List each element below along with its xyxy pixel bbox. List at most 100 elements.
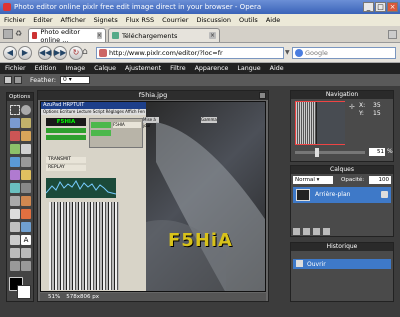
layer-name: Arrière-plan [315, 191, 351, 198]
pencil-tool-icon[interactable] [21, 131, 31, 141]
burn-tool-icon[interactable] [10, 222, 20, 232]
close-tab-icon[interactable]: × [209, 32, 216, 39]
history-item-icon [296, 260, 303, 267]
inner-menu: Options Ecriture Lecture Script Réglages… [41, 109, 146, 115]
marquee-mode-icon[interactable] [14, 76, 22, 84]
address-bar[interactable]: http://www.pixlr.com/editor/?loc=fr [96, 47, 284, 59]
red-eye-tool-icon[interactable] [21, 222, 31, 232]
hand-tool-icon[interactable] [10, 248, 20, 258]
app-menu-edition[interactable]: Edition [35, 65, 57, 72]
lock-icon[interactable] [381, 191, 388, 198]
spot-heal-tool-icon[interactable] [10, 235, 20, 245]
tab-pixlr[interactable]: Photo editor online ... × [28, 27, 106, 44]
pinch-tool-icon[interactable] [21, 261, 31, 271]
app-menu-langue[interactable]: Langue [237, 65, 260, 72]
close-tab-icon[interactable]: × [96, 32, 103, 39]
blend-mode-select[interactable]: Normal ▾ [293, 176, 333, 184]
blur-tool-icon[interactable] [21, 183, 31, 193]
menu-fichier[interactable]: Fichier [4, 16, 25, 24]
clone-tool-icon[interactable] [10, 170, 20, 180]
eyedropper-tool-icon[interactable] [10, 261, 20, 271]
menu-outils[interactable]: Outils [239, 16, 258, 24]
zoom-slider[interactable] [295, 151, 365, 154]
inner-bar-2 [46, 135, 86, 140]
tab-bar: ♻ Photo editor online ... × Téléchargeme… [0, 26, 400, 44]
minimize-button[interactable]: _ [363, 2, 374, 12]
app-menu-image[interactable]: Image [65, 65, 85, 72]
new-layer-icon[interactable] [293, 228, 300, 235]
brush-tool-icon[interactable] [10, 144, 20, 154]
url-text: http://www.pixlr.com/editor/?loc=fr [109, 49, 223, 57]
wand-tool-icon[interactable] [10, 131, 20, 141]
canvas-close-icon[interactable] [259, 92, 266, 99]
dodge-tool-icon[interactable] [21, 209, 31, 219]
app-menu-aide[interactable]: Aide [270, 65, 284, 72]
zoom-tool-icon[interactable] [21, 248, 31, 258]
zoom-slider-handle[interactable] [315, 148, 319, 157]
menu-afficher[interactable]: Afficher [61, 16, 86, 24]
close-window-button[interactable]: × [387, 2, 398, 12]
canvas-title: f5hia.jpg [38, 91, 268, 100]
inner-callsign: F5HIA [46, 118, 86, 126]
zoom-input[interactable]: 51 [369, 148, 385, 156]
opacity-input[interactable]: 100 [369, 176, 391, 184]
tab-menu-button[interactable] [3, 29, 13, 39]
tab-downloads[interactable]: Téléchargements × [108, 28, 220, 42]
app-menu-filtre[interactable]: Filtre [170, 65, 185, 72]
marquee-shape-icon[interactable] [4, 76, 12, 84]
reload-button[interactable]: ↻ [69, 46, 83, 60]
color-replace-tool-icon[interactable] [21, 170, 31, 180]
layer-style-icon[interactable] [303, 228, 310, 235]
menu-flux-rss[interactable]: Flux RSS [126, 16, 154, 24]
history-item[interactable]: Ouvrir [293, 259, 391, 269]
delete-layer-icon[interactable] [323, 228, 330, 235]
sponge-tool-icon[interactable] [10, 209, 20, 219]
search-field[interactable]: Google [292, 47, 396, 59]
watermark-text: F5HiA [168, 230, 233, 251]
background-color-swatch[interactable] [17, 285, 31, 299]
bucket-tool-icon[interactable] [10, 157, 20, 167]
canvas-image[interactable]: AzuPad HRPTUIT Options Ecriture Lecture … [40, 101, 266, 292]
navigator-thumbnail[interactable] [295, 101, 345, 145]
trash-icon[interactable]: ♻ [15, 29, 25, 39]
forward-button[interactable]: ▶ [18, 46, 32, 60]
text-tool-icon[interactable]: A [21, 235, 31, 245]
tab-list-button[interactable] [388, 30, 397, 39]
browser-navbar: ◀ ▶ ◀◀ ▶▶ ↻ ⌂ http://www.pixlr.com/edito… [0, 43, 400, 63]
rewind-button[interactable]: ◀◀ [38, 46, 52, 60]
app-menu-fichier[interactable]: Fichier [5, 65, 26, 72]
tab-label: Photo editor online ... [40, 27, 81, 44]
crop-tool-icon[interactable] [21, 118, 31, 128]
inner-satellite-image [49, 202, 119, 290]
menu-aide[interactable]: Aide [266, 16, 280, 24]
window-titlebar: Photo editor online pixlr free edit imag… [0, 0, 400, 14]
back-button[interactable]: ◀ [3, 46, 17, 60]
address-dropdown-icon[interactable]: ▼ [285, 49, 290, 56]
lasso-tool-icon[interactable] [21, 105, 31, 115]
menu-editer[interactable]: Editer [33, 16, 52, 24]
feather-value: 0 [62, 76, 67, 83]
home-icon[interactable]: ⌂ [82, 47, 94, 59]
smudge-tool-icon[interactable] [21, 196, 31, 206]
fast-forward-button[interactable]: ▶▶ [53, 46, 67, 60]
eraser-tool-icon[interactable] [21, 144, 31, 154]
app-menu-ajustement[interactable]: Ajustement [125, 65, 161, 72]
feather-input[interactable]: 0 ▾ [59, 76, 90, 84]
gradient-tool-icon[interactable] [21, 157, 31, 167]
menu-discussion[interactable]: Discussion [196, 16, 231, 24]
photo-shape [146, 122, 265, 291]
app-menu-calque[interactable]: Calque [94, 65, 116, 72]
sharpen-tool-icon[interactable] [10, 196, 20, 206]
tools-panel: Options A [6, 92, 34, 302]
move-tool-icon[interactable] [10, 118, 20, 128]
marquee-tool-icon[interactable] [10, 105, 20, 115]
layer-row[interactable]: Arrière-plan [293, 187, 391, 203]
menu-signets[interactable]: Signets [94, 16, 118, 24]
drawing-tool-icon[interactable] [10, 183, 20, 193]
app-menu-apparence[interactable]: Apparence [195, 65, 229, 72]
maximize-button[interactable]: □ [375, 2, 386, 12]
canvas-size: 578x806 px [66, 294, 99, 300]
opacity-label: Opacité: [341, 177, 365, 183]
menu-courrier[interactable]: Courrier [162, 16, 188, 24]
mask-icon[interactable] [313, 228, 320, 235]
